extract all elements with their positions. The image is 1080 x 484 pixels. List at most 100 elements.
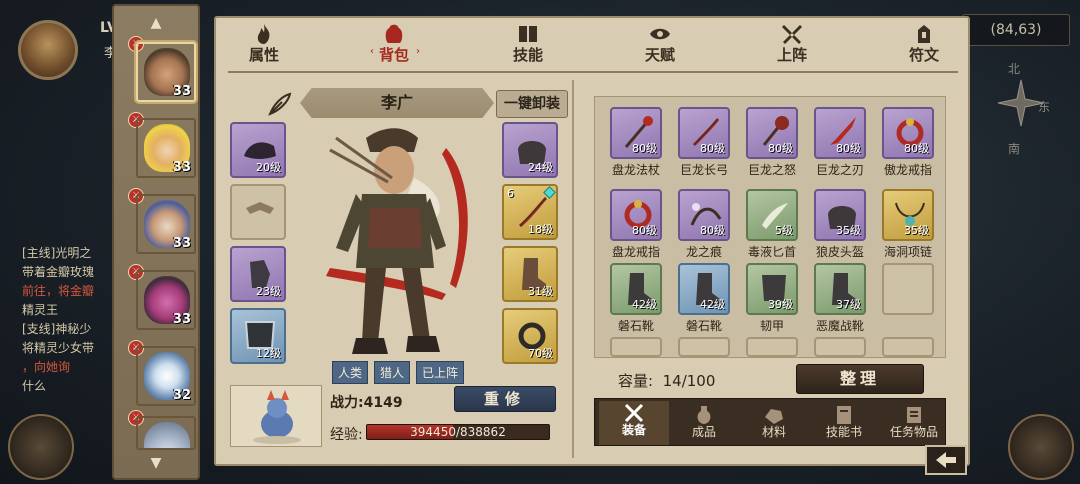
equip-slot-ring[interactable]: 70级: [502, 308, 558, 364]
tab-backpack[interactable]: 背包: [354, 22, 434, 70]
hero-card[interactable]: 32: [136, 346, 196, 406]
inventory-item[interactable]: 80级傲龙戒指: [877, 107, 939, 178]
equip-slot-head[interactable]: 20级: [230, 122, 286, 178]
tab-skills[interactable]: 技能: [488, 22, 568, 70]
equip-slot-amulet[interactable]: [230, 184, 286, 240]
tab-label: 上阵: [776, 46, 807, 64]
rebuild-button[interactable]: 重修: [454, 386, 556, 412]
equip-slot-boots[interactable]: 31级: [502, 246, 558, 302]
inventory-item-slot[interactable]: 80级: [610, 189, 662, 241]
inventory-tabs: 装备 成品 材料 技能书 任务物品: [594, 398, 946, 446]
item-name: 盘龙戒指: [611, 245, 660, 259]
item-level: 20级: [256, 161, 281, 174]
inventory-tab-skillbooks[interactable]: 技能书: [809, 403, 879, 443]
inventory-item[interactable]: 80级 巨龙长弓: [673, 107, 735, 178]
inventory-item-slot[interactable]: 39级: [746, 263, 798, 315]
inventory-item-slot[interactable]: 80级: [610, 107, 662, 159]
equip-slot-chest[interactable]: 12级: [230, 308, 286, 364]
quest-line: 将精灵少女带: [22, 341, 95, 355]
inventory-item[interactable]: 35级 狼皮头盔: [809, 189, 871, 260]
inventory-item[interactable]: 80级 龙之痕: [673, 189, 735, 260]
inventory-item-slot[interactable]: 80级: [678, 107, 730, 159]
inventory-item-slot[interactable]: 42级: [610, 263, 662, 315]
inventory-item-slot[interactable]: 80级: [678, 189, 730, 241]
inventory-item-slot[interactable]: 80级: [814, 107, 866, 159]
inventory-item[interactable]: 5级 毒液匕首: [741, 189, 803, 260]
crossed-swords-icon: [782, 25, 802, 44]
compass-east: 东: [1038, 100, 1051, 114]
inventory-item[interactable]: 39级韧甲: [741, 263, 803, 334]
inventory-item[interactable]: 42级 磐石靴: [673, 263, 735, 334]
exp-current: 394450: [410, 425, 456, 439]
equip-slot-helmet[interactable]: 24级: [502, 122, 558, 178]
unequip-all-button[interactable]: 一键卸装: [496, 90, 568, 118]
inventory-empty-slot[interactable]: [882, 337, 934, 357]
quest-tracker[interactable]: [主线]光明之 带着金瓣玫瑰 前往，将金瓣 精灵王 [支线]神秘少 将精灵少女带…: [22, 244, 118, 396]
item-name: 韧甲: [759, 319, 784, 333]
inventory-item[interactable]: 80级 巨龙之怒: [741, 107, 803, 178]
inventory-tab-label: 材料: [761, 425, 786, 439]
inventory-item[interactable]: 42级 磐石靴: [605, 263, 667, 334]
hero-card[interactable]: [136, 416, 196, 450]
item-level: 80级: [904, 142, 929, 155]
hero-tag: 猎人: [374, 361, 411, 384]
inventory-empty-slot[interactable]: [814, 337, 866, 357]
item-level: 18级: [528, 223, 553, 236]
item-level: 35级: [904, 224, 929, 237]
inventory-item[interactable]: 80级盘龙戒指: [605, 189, 667, 260]
equip-slot-hands[interactable]: 23级: [230, 246, 286, 302]
inventory-item-slot[interactable]: 35级: [814, 189, 866, 241]
world-action-button[interactable]: [8, 414, 74, 480]
inventory-item-slot[interactable]: 35级: [882, 189, 934, 241]
house-button[interactable]: [1008, 414, 1074, 480]
book-icon: [519, 26, 537, 42]
hero-card[interactable]: 33: [136, 118, 196, 178]
hero-roster[interactable]: ▲ ⚔ 33 ⚔ 33 ⚔ 33 ⚔ 33 ⚔ 32 ⚔ ▼: [112, 4, 200, 480]
tab-talents[interactable]: 天赋: [620, 22, 700, 70]
player-avatar[interactable]: [18, 20, 78, 80]
inventory-tab-equipment[interactable]: 装备: [599, 401, 669, 445]
tab-deploy[interactable]: 上阵: [752, 22, 832, 70]
hero-card[interactable]: 33: [136, 270, 196, 330]
inventory-item[interactable]: [877, 263, 939, 315]
inventory-item-slot[interactable]: 80级: [746, 107, 798, 159]
roster-scroll-down-icon[interactable]: ▼: [144, 456, 168, 470]
hero-figure: [326, 128, 468, 354]
inventory-item-slot[interactable]: 37级: [814, 263, 866, 315]
tab-runes[interactable]: 符文: [884, 22, 964, 70]
inventory-item-slot[interactable]: 80级: [882, 107, 934, 159]
inventory-tab-quest-items[interactable]: 任务物品: [879, 403, 949, 443]
feather-icon[interactable]: [266, 90, 294, 118]
inventory-tab-label: 成品: [691, 425, 716, 439]
inventory-item-slot[interactable]: 42级: [678, 263, 730, 315]
inventory-item-slot[interactable]: [882, 263, 934, 315]
inventory-item[interactable]: 80级 盘龙法杖: [605, 107, 667, 178]
inventory-tab-products[interactable]: 成品: [669, 403, 739, 443]
inventory-tab-materials[interactable]: 材料: [739, 403, 809, 443]
item-name: 傲龙戒指: [883, 163, 932, 177]
compass-south: 南: [1008, 142, 1021, 156]
equip-slot-weapon[interactable]: 6 18级: [502, 184, 558, 240]
inventory-item-slot[interactable]: 5级: [746, 189, 798, 241]
hero-card[interactable]: 33: [136, 194, 196, 254]
quest-line: 带着金瓣玫瑰: [22, 265, 95, 279]
hero-card[interactable]: 33: [136, 42, 196, 102]
inventory-empty-slot[interactable]: [610, 337, 662, 357]
inventory-item[interactable]: 37级 恶魔战靴: [809, 263, 871, 334]
compass: 北 东 南: [986, 60, 1056, 180]
capacity-value: 14/100: [662, 372, 716, 390]
inventory-empty-slot[interactable]: [746, 337, 798, 357]
inventory-empty-slot[interactable]: [678, 337, 730, 357]
inventory-item[interactable]: 35级 海洞项链: [877, 189, 939, 260]
capacity-label: 容量:: [618, 372, 654, 390]
back-button[interactable]: [920, 440, 972, 480]
tab-attributes[interactable]: 属性: [224, 22, 304, 70]
inventory-grid: 80级 盘龙法杖 80级 巨龙长弓 80级 巨龙之怒 80级 巨龙之刃 80级 傲龙戒指 80级 盘龙…: [594, 96, 946, 358]
tab-label: 背包: [378, 46, 409, 64]
roster-scroll-up-icon[interactable]: ▲: [144, 16, 168, 30]
sort-button[interactable]: 整理: [796, 364, 924, 394]
inventory-item[interactable]: 80级 巨龙之刃: [809, 107, 871, 178]
eye-icon: [650, 28, 670, 40]
item-level: 42级: [700, 298, 725, 311]
pet-slot[interactable]: [230, 385, 322, 447]
